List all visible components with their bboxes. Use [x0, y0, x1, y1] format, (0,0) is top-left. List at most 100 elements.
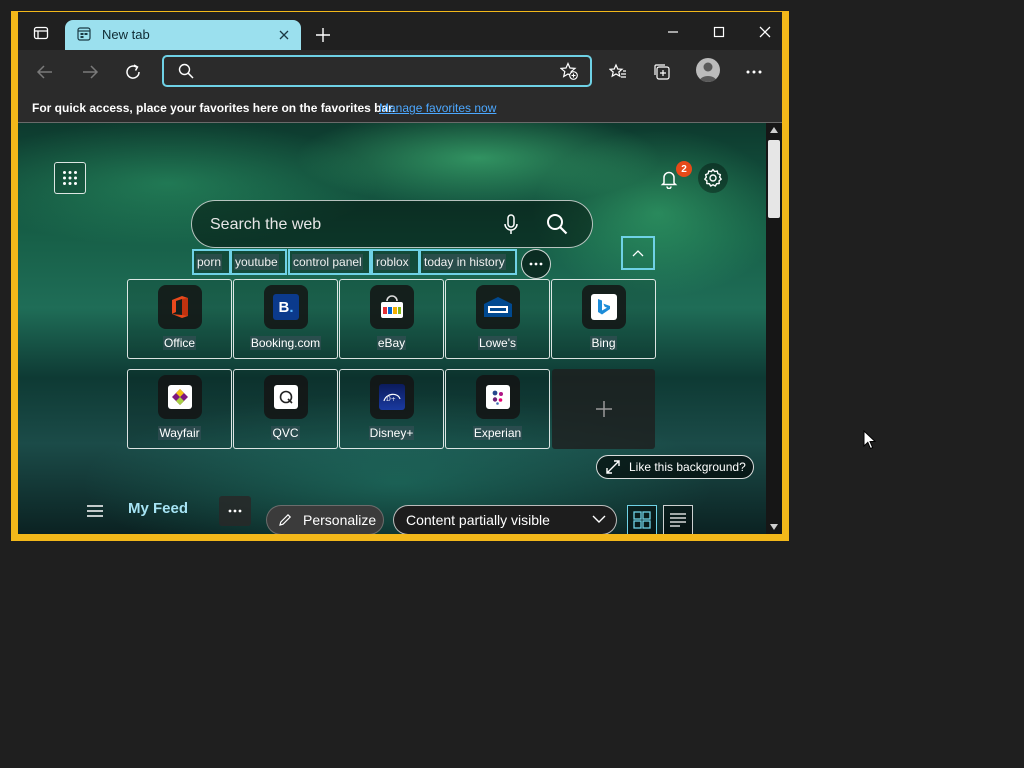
browser-window: New tab For quick access, place your fav… [11, 11, 789, 541]
feed-menu-button[interactable] [80, 496, 110, 526]
quick-link-ebay[interactable]: eBay [339, 279, 444, 359]
personalize-button[interactable]: Personalize [266, 505, 384, 534]
gear-icon [704, 168, 722, 187]
refresh-button[interactable] [120, 59, 146, 85]
quick-link-label: Office [162, 336, 197, 350]
list-layout-icon [670, 513, 686, 527]
recent-search-chip[interactable]: control panel [288, 249, 371, 275]
quick-link-booking[interactable]: B. Booking.com [233, 279, 338, 359]
recent-search-chip[interactable]: porn [192, 249, 231, 275]
maximize-icon [713, 26, 725, 38]
like-background-button[interactable]: Like this background? [596, 455, 754, 479]
browser-frame: New tab For quick access, place your fav… [18, 12, 782, 534]
profile-avatar[interactable] [696, 58, 720, 82]
web-search-box[interactable] [191, 200, 593, 248]
scroll-up-arrow[interactable] [770, 127, 778, 133]
wayfair-icon [158, 375, 202, 419]
pencil-icon [279, 513, 292, 526]
quick-link-label: Bing [590, 336, 617, 350]
svg-text:D+: D+ [386, 396, 396, 403]
quick-link-experian[interactable]: Experian [445, 369, 550, 449]
toolbar [18, 50, 782, 94]
ebay-icon [370, 285, 414, 329]
quick-link-office[interactable]: Office [127, 279, 232, 359]
collections-button[interactable] [649, 59, 675, 85]
new-tab-page-icon [77, 27, 91, 41]
grid-layout-button[interactable] [627, 505, 657, 534]
quick-link-wayfair[interactable]: Wayfair [127, 369, 232, 449]
hamburger-menu-icon [87, 505, 103, 517]
app-launcher-button[interactable] [54, 162, 86, 194]
chevron-down-icon [592, 515, 606, 523]
personalize-label: Personalize [303, 512, 377, 528]
manage-favorites-link[interactable]: Manage favorites now [379, 101, 496, 115]
recent-search-label: youtube [234, 254, 279, 270]
my-feed-tab[interactable]: My Feed [128, 500, 188, 517]
collapse-button[interactable] [621, 236, 655, 270]
refresh-icon [126, 64, 140, 79]
quick-link-label: QVC [271, 426, 300, 440]
chevron-up-icon [632, 250, 644, 257]
forward-button[interactable] [77, 59, 103, 85]
quick-link-qvc[interactable]: QVC [233, 369, 338, 449]
recent-search-chip[interactable]: roblox [371, 249, 420, 275]
close-icon [279, 30, 289, 40]
minimize-icon [668, 31, 678, 33]
list-layout-button[interactable] [663, 505, 693, 534]
maximize-button[interactable] [709, 22, 729, 42]
add-quick-link-button[interactable] [552, 369, 655, 449]
grid-layout-icon [633, 511, 651, 529]
quick-link-bing[interactable]: Bing [551, 279, 656, 359]
bing-icon [582, 285, 626, 329]
feed-toolbar: My Feed Personalize Content partially vi… [18, 487, 766, 534]
quick-link-label: Experian [472, 426, 523, 440]
favorites-button[interactable] [605, 59, 631, 85]
search-icon [178, 63, 194, 79]
tab-actions-button[interactable] [28, 20, 54, 46]
scrollbar-thumb[interactable] [768, 140, 780, 218]
favorites-icon [609, 63, 626, 78]
address-input[interactable] [204, 59, 548, 83]
microphone-icon[interactable] [503, 214, 519, 236]
address-bar[interactable] [162, 55, 592, 87]
arrow-right-icon [83, 65, 99, 79]
recent-search-label: today in history [423, 254, 506, 270]
minimize-button[interactable] [663, 22, 683, 42]
recent-search-label: porn [196, 254, 223, 270]
vertical-scrollbar[interactable] [766, 123, 782, 534]
search-icon[interactable] [546, 213, 568, 235]
favorites-bar: For quick access, place your favorites h… [18, 94, 782, 123]
close-icon [759, 26, 771, 38]
close-window-button[interactable] [755, 22, 775, 42]
more-horizontal-icon [529, 262, 543, 266]
quick-link-lowes[interactable]: Lowe's [445, 279, 550, 359]
lowes-icon [476, 285, 520, 329]
more-horizontal-icon [228, 509, 242, 513]
back-button[interactable] [32, 59, 58, 85]
page-settings-button[interactable] [698, 163, 728, 193]
quick-link-disney-plus[interactable]: D+ Disney+ [339, 369, 444, 449]
add-favorite-icon[interactable] [560, 62, 578, 80]
more-recent-searches-button[interactable] [521, 249, 551, 279]
new-tab-button[interactable] [314, 26, 332, 44]
recent-search-chip[interactable]: youtube [230, 249, 287, 275]
quick-link-label: eBay [376, 336, 407, 350]
new-tab-page: 2 porn youtube control panel roblox toda… [18, 123, 766, 534]
content-visibility-select[interactable]: Content partially visible [393, 505, 617, 534]
settings-and-more-button[interactable] [741, 59, 767, 85]
recent-search-label: control panel [292, 254, 363, 270]
qvc-icon [264, 375, 308, 419]
content-visibility-value: Content partially visible [406, 512, 550, 528]
tab-close-button[interactable] [275, 26, 293, 44]
tab-actions-icon [33, 26, 49, 40]
quick-link-label: Disney+ [368, 426, 415, 440]
recent-search-chip[interactable]: today in history [419, 249, 517, 275]
mouse-cursor-icon [863, 430, 877, 450]
scroll-down-arrow[interactable] [770, 524, 778, 530]
feed-more-options-button[interactable] [219, 496, 251, 526]
plus-icon [595, 401, 612, 417]
quick-link-label: Lowe's [478, 336, 517, 350]
title-bar: New tab [18, 12, 782, 50]
web-search-input[interactable] [208, 213, 482, 237]
tab-new-tab[interactable]: New tab [65, 20, 301, 50]
